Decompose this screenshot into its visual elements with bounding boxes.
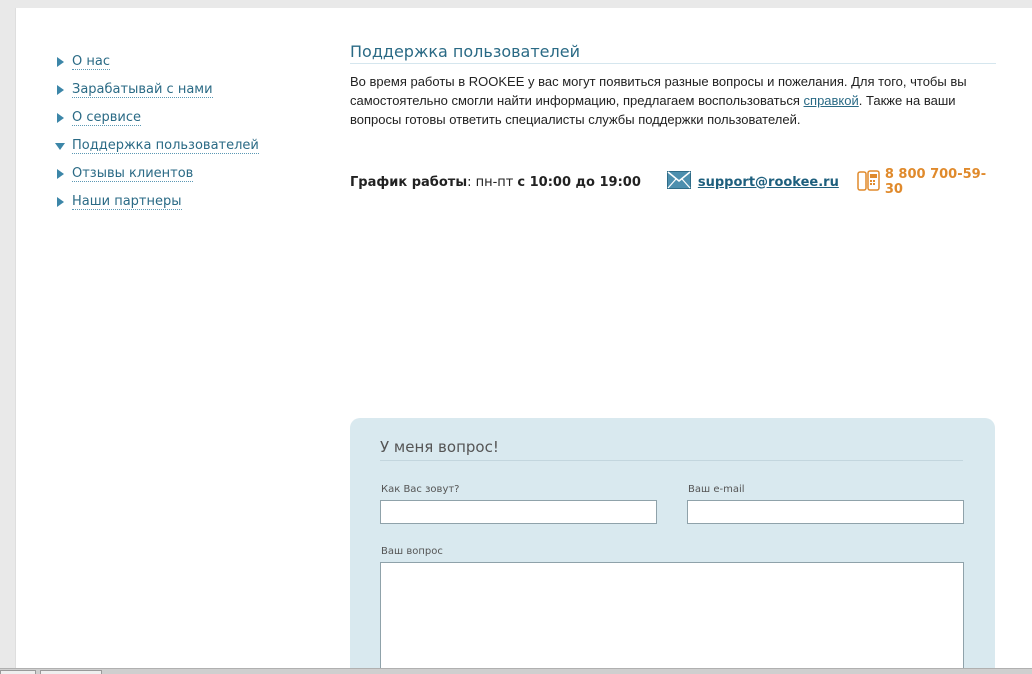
- intro-text: Во время работы в ROOKEE у вас могут поя…: [350, 72, 996, 129]
- triangle-down-icon: [54, 142, 68, 150]
- sidebar-link-partners[interactable]: Наши партнеры: [72, 194, 182, 210]
- bottom-scrollbar[interactable]: [0, 668, 1032, 674]
- schedule-days: : пн-пт: [467, 174, 514, 190]
- name-input[interactable]: [380, 500, 657, 524]
- scroll-segment[interactable]: [0, 670, 36, 674]
- triangle-right-icon: [54, 197, 68, 207]
- sidebar-nav: О нас Зарабатывай с нами О сервисе Подде…: [54, 48, 259, 216]
- sidebar-item-earn[interactable]: Зарабатывай с нами: [54, 76, 259, 104]
- page-title: Поддержка пользователей: [350, 42, 996, 64]
- question-form: У меня вопрос! Как Вас зовут? Ваш e-mail…: [350, 418, 995, 674]
- support-email-link[interactable]: support@rookee.ru: [698, 175, 839, 190]
- sidebar-item-about[interactable]: О нас: [54, 48, 259, 76]
- schedule-label: График работы: [350, 174, 468, 190]
- phone-icon: [857, 169, 881, 195]
- phone-contact: 8 800 700-59-30: [857, 167, 996, 197]
- sidebar-link-earn[interactable]: Зарабатывай с нами: [72, 82, 213, 98]
- email-contact: support@rookee.ru: [666, 171, 839, 193]
- form-title: У меня вопрос!: [380, 438, 963, 461]
- triangle-right-icon: [54, 57, 68, 67]
- sidebar-link-reviews[interactable]: Отзывы клиентов: [72, 166, 194, 182]
- triangle-right-icon: [54, 169, 68, 179]
- triangle-right-icon: [54, 113, 68, 123]
- question-textarea[interactable]: [380, 562, 964, 674]
- sidebar-item-reviews[interactable]: Отзывы клиентов: [54, 160, 259, 188]
- name-label: Как Вас зовут?: [381, 484, 460, 495]
- phone-number: 8 800 700-59-30: [884, 167, 987, 197]
- schedule-hours: с 10:00 до 19:00: [517, 174, 641, 190]
- sidebar-item-support[interactable]: Поддержка пользователей: [54, 132, 259, 160]
- contacts-row: График работы: пн-пт с 10:00 до 19:00 su…: [350, 167, 996, 197]
- sidebar-item-service[interactable]: О сервисе: [54, 104, 259, 132]
- sidebar-link-service[interactable]: О сервисе: [72, 110, 142, 126]
- sidebar-link-about[interactable]: О нас: [72, 54, 110, 70]
- envelope-icon: [666, 171, 691, 193]
- page: О нас Зарабатывай с нами О сервисе Подде…: [15, 8, 1032, 674]
- email-label: Ваш e-mail: [688, 484, 745, 495]
- triangle-right-icon: [54, 85, 68, 95]
- scroll-thumb[interactable]: [40, 670, 102, 674]
- question-label: Ваш вопрос: [381, 546, 443, 557]
- help-link[interactable]: справкой: [804, 93, 859, 108]
- sidebar-item-partners[interactable]: Наши партнеры: [54, 188, 259, 216]
- email-input[interactable]: [687, 500, 964, 524]
- main-content: Поддержка пользователей Во время работы …: [350, 42, 996, 197]
- sidebar-link-support[interactable]: Поддержка пользователей: [72, 138, 259, 154]
- work-schedule: График работы: пн-пт с 10:00 до 19:00: [350, 175, 641, 190]
